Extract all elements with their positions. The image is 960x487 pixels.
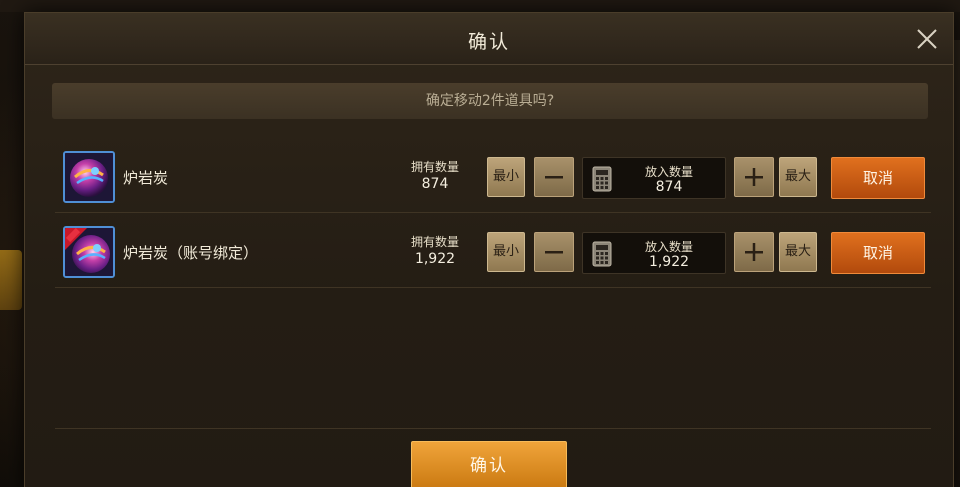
calculator-icon[interactable] <box>592 241 612 267</box>
increase-button[interactable] <box>734 232 774 272</box>
increase-button[interactable] <box>734 157 774 197</box>
plus-icon <box>745 243 763 261</box>
owned-quantity: 拥有数量 874 <box>395 158 475 192</box>
put-quantity-field[interactable]: 放入数量 1,922 <box>582 232 726 274</box>
close-button[interactable] <box>915 27 939 51</box>
lava-coal-orb-icon <box>63 151 115 203</box>
put-quantity-label: 放入数量 <box>644 165 693 179</box>
plus-icon <box>745 168 763 186</box>
cancel-button[interactable]: 取消 <box>831 232 925 274</box>
min-button[interactable]: 最小 <box>487 232 525 272</box>
cancel-button[interactable]: 取消 <box>831 157 925 199</box>
minus-icon <box>545 251 563 254</box>
decrease-button[interactable] <box>534 232 574 272</box>
lava-coal-orb-bound-icon <box>63 226 115 278</box>
max-button[interactable]: 最大 <box>779 157 817 197</box>
item-row: 炉岩炭 拥有数量 874 最小 放入数量 874 最大 取消 <box>55 139 931 213</box>
put-quantity-value: 874 <box>655 179 683 195</box>
owned-label: 拥有数量 <box>410 160 459 174</box>
confirm-prompt: 确定移动2件道具吗? <box>52 83 928 119</box>
put-quantity-field[interactable]: 放入数量 874 <box>582 157 726 199</box>
background-side-tab <box>0 250 22 310</box>
decrease-button[interactable] <box>534 157 574 197</box>
owned-label: 拥有数量 <box>410 235 459 249</box>
item-row: 炉岩炭（账号绑定） 拥有数量 1,922 最小 放入数量 1,922 最大 取消 <box>55 214 931 288</box>
max-button[interactable]: 最大 <box>779 232 817 272</box>
item-name: 炉岩炭 <box>123 169 169 187</box>
background-top-bar <box>0 0 960 12</box>
min-button[interactable]: 最小 <box>487 157 525 197</box>
owned-value: 1,922 <box>414 251 456 267</box>
confirm-dialog: 确认 确定移动2件道具吗? 炉岩炭 拥有数量 874 最小 放入数量 874 最… <box>24 12 954 487</box>
close-icon <box>917 29 937 49</box>
minus-icon <box>545 176 563 179</box>
owned-value: 874 <box>421 176 449 192</box>
put-quantity-value: 1,922 <box>648 254 690 270</box>
item-name: 炉岩炭（账号绑定） <box>123 244 259 262</box>
owned-quantity: 拥有数量 1,922 <box>395 233 475 267</box>
footer-divider <box>55 428 931 429</box>
put-quantity-label: 放入数量 <box>644 240 693 254</box>
calculator-icon[interactable] <box>592 166 612 192</box>
confirm-button[interactable]: 确认 <box>411 441 567 487</box>
dialog-header: 确认 <box>25 13 953 65</box>
dialog-title: 确认 <box>467 31 510 53</box>
